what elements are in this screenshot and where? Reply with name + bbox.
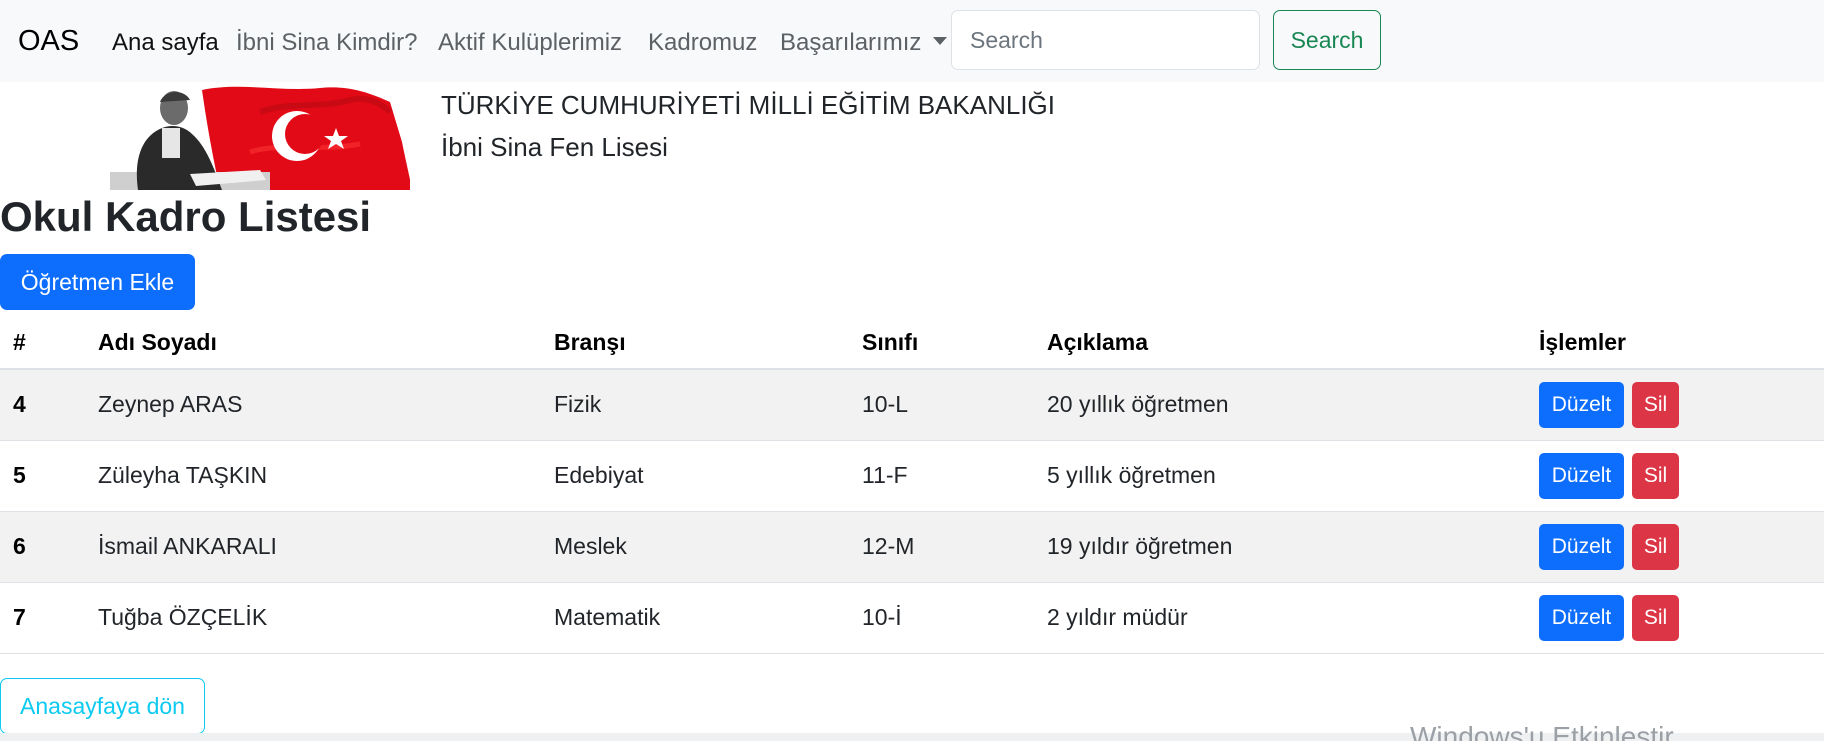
nav-link-home[interactable]: Ana sayfa [112,27,219,59]
search-input[interactable] [951,10,1260,70]
brand-logo[interactable]: OAS [18,22,79,60]
school-name: İbni Sina Fen Lisesi [441,132,668,162]
search-button[interactable]: Search [1273,10,1381,70]
column-header-id: # [13,329,26,355]
row-branch: Fizik [554,391,602,417]
column-header-name: Adı Soyadı [98,329,217,355]
row-id: 5 [13,462,26,488]
ataturk-flag-image [110,82,410,190]
table-row: 6 İsmail ANKARALI Meslek 12-M 19 yıldır … [0,512,1824,583]
row-description: 20 yıllık öğretmen [1047,391,1229,417]
row-description: 19 yıldır öğretmen [1047,533,1233,559]
column-header-description: Açıklama [1047,329,1149,355]
delete-button[interactable]: Sil [1632,453,1679,499]
edit-button[interactable]: Düzelt [1539,453,1624,499]
row-id: 7 [13,604,26,630]
row-name: Züleyha TAŞKIN [98,462,268,488]
edit-button[interactable]: Düzelt [1539,595,1624,641]
caret-down-icon [933,37,948,45]
row-name: Tuğba ÖZÇELİK [98,604,268,630]
column-header-class: Sınıfı [862,329,919,355]
row-name: İsmail ANKARALI [98,533,277,559]
edit-button[interactable]: Düzelt [1539,524,1624,570]
row-class: 12-M [862,533,915,559]
nav-link-staff[interactable]: Kadromuz [648,27,757,59]
row-class: 10-L [862,391,909,417]
row-class: 10-İ [862,604,902,630]
row-class: 11-F [862,462,908,488]
delete-button[interactable]: Sil [1632,524,1679,570]
table-row: 7 Tuğba ÖZÇELİK Matematik 10-İ 2 yıldır … [0,583,1824,654]
nav-link-clubs[interactable]: Aktif Kulüplerimiz [438,27,622,59]
row-id: 6 [13,533,26,559]
table-row: 5 Züleyha TAŞKIN Edebiyat 11-F 5 yıllık … [0,441,1824,512]
nav-link-achievements-label: Başarılarımız [780,29,922,56]
row-description: 2 yıldır müdür [1047,604,1188,630]
delete-button[interactable]: Sil [1632,595,1679,641]
table-row: 4 Zeynep ARAS Fizik 10-L 20 yıllık öğret… [0,370,1824,441]
row-id: 4 [13,391,26,417]
edit-button[interactable]: Düzelt [1539,382,1624,428]
row-name: Zeynep ARAS [98,391,243,417]
windows-activation-watermark: Windows'u Etkinleştir [1410,721,1674,741]
navbar: OAS Ana sayfa İbni Sina Kimdir? Aktif Ku… [0,0,1824,82]
ministry-title: TÜRKİYE CUMHURİYETİ MİLLİ EĞİTİM BAKANLI… [441,90,1055,120]
row-branch: Meslek [554,533,627,559]
row-branch: Matematik [554,604,661,630]
row-description: 5 yıllık öğretmen [1047,462,1216,488]
add-teacher-button[interactable]: Öğretmen Ekle [0,254,195,310]
table-header-row: # Adı Soyadı Branşı Sınıfı Açıklama İşle… [0,312,1824,370]
back-to-home-button[interactable]: Anasayfaya dön [0,678,205,734]
nav-link-achievements-dropdown[interactable]: Başarılarımız [780,27,948,59]
column-header-branch: Branşı [554,329,626,355]
page-title: Okul Kadro Listesi [0,193,372,240]
delete-button[interactable]: Sil [1632,382,1679,428]
nav-link-about-ibni-sina[interactable]: İbni Sina Kimdir? [236,27,417,59]
row-branch: Edebiyat [554,462,644,488]
column-header-actions: İşlemler [1539,329,1626,355]
